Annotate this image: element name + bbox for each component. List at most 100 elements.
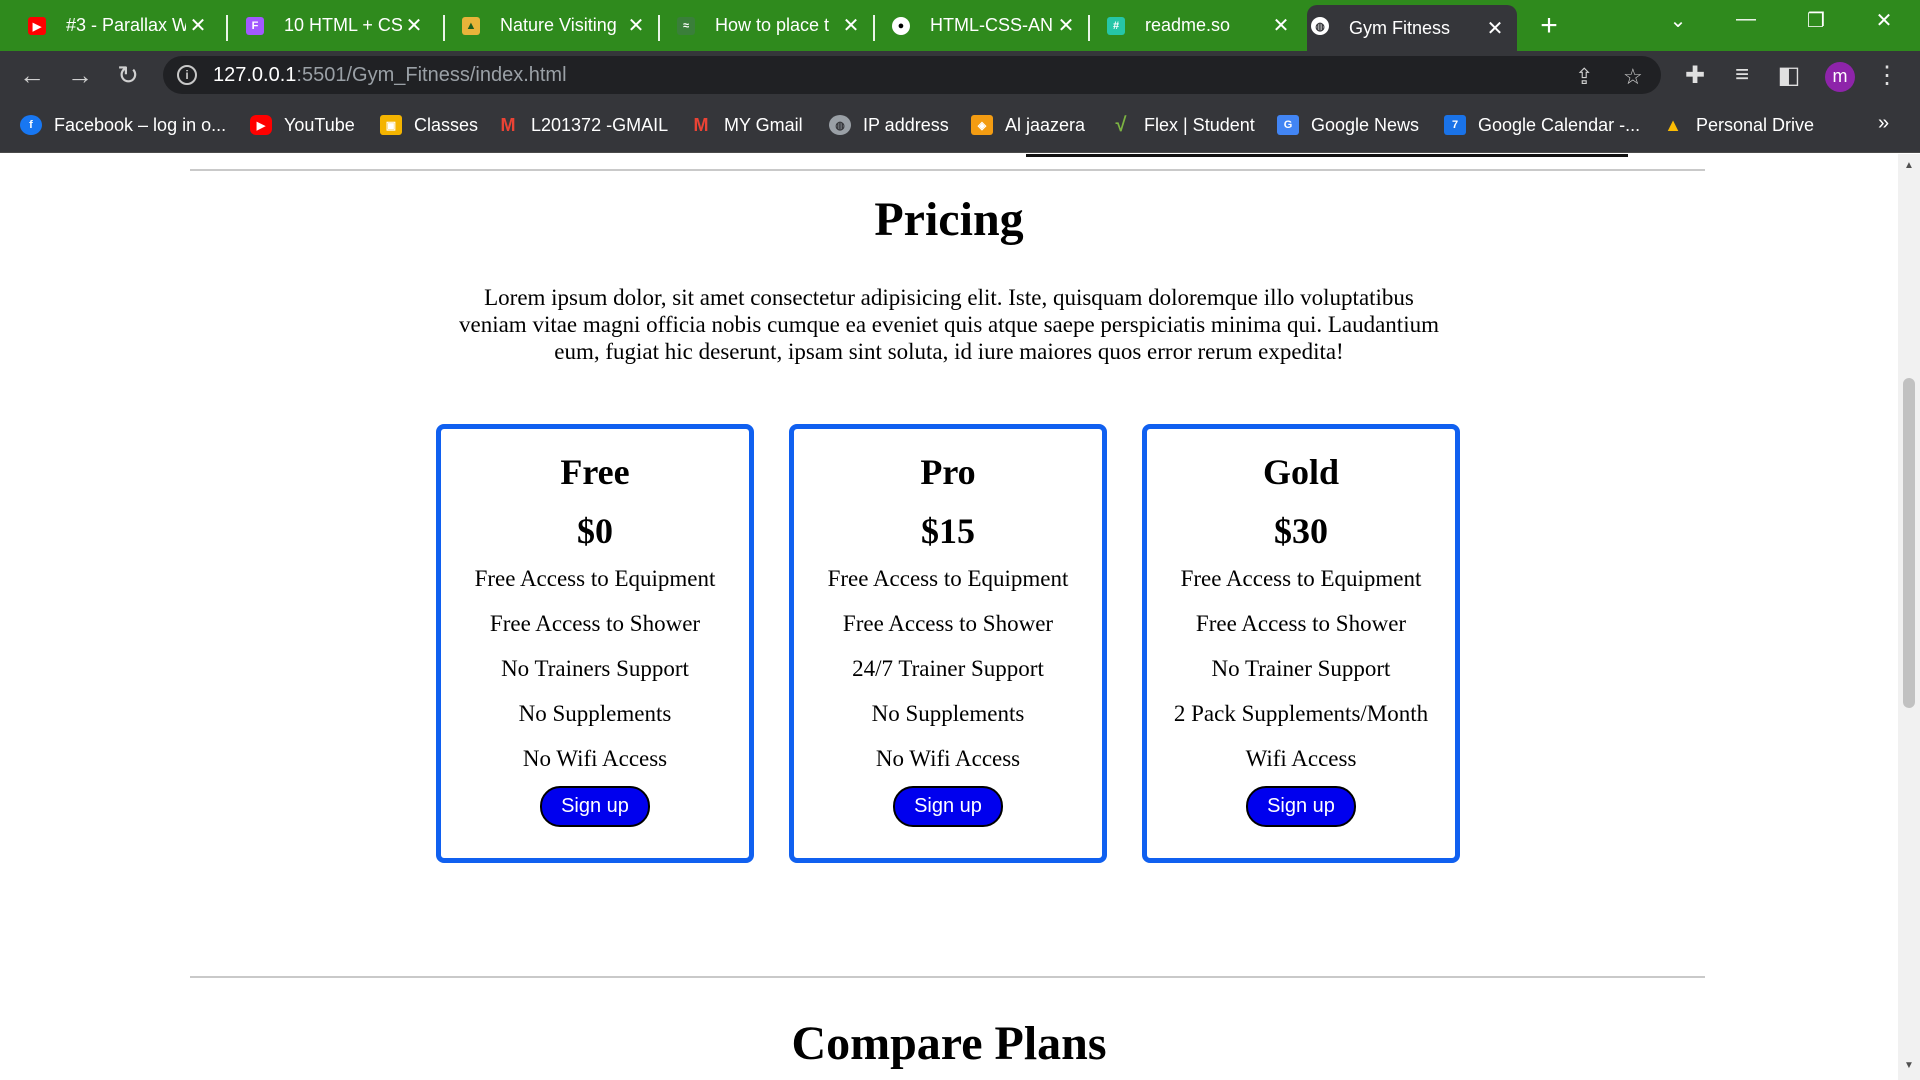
bookmark-label: Al jaazera (1005, 114, 1086, 135)
feature-item: Free Access to Equipment (1180, 566, 1422, 591)
profile-avatar[interactable]: m (1825, 62, 1855, 92)
close-icon[interactable]: ✕ (1483, 16, 1507, 41)
site-info-icon[interactable]: i (177, 65, 197, 85)
feature-item: No Supplements (871, 701, 1025, 726)
globe-icon: ◍ (829, 115, 851, 135)
bookmark-star-icon[interactable]: ☆ (1623, 64, 1643, 90)
section-divider (190, 976, 1705, 978)
feature-item: Free Access to Shower (842, 611, 1054, 636)
compare-plans-title: Compare Plans (791, 1017, 1107, 1070)
restore-icon[interactable]: ❐ (1796, 8, 1836, 33)
signup-button-gold[interactable]: Sign up (1246, 786, 1356, 827)
more-bookmarks-button[interactable]: » (1878, 112, 1889, 135)
plan-card-pro: Pro $15 Free Access to Equipment Free Ac… (789, 424, 1107, 863)
new-tab-button[interactable]: + (1532, 10, 1566, 44)
bookmark-label: IP address (863, 114, 949, 135)
feature-item: No Wifi Access (522, 746, 668, 771)
bookmark-google-calendar[interactable]: 7 Google Calendar -... (1444, 112, 1640, 138)
close-icon[interactable]: ✕ (402, 13, 426, 38)
tab-parallax[interactable]: ▶ #3 - Parallax W ✕ (24, 5, 220, 46)
bookmark-label: MY Gmail (724, 114, 803, 135)
scrollbar-thumb[interactable] (1903, 378, 1915, 708)
tab-separator (226, 15, 228, 41)
share-icon[interactable]: ⇪ (1575, 64, 1593, 90)
section-divider (190, 169, 1705, 171)
address-bar[interactable]: i 127.0.0.1:5501/Gym_Fitness/index.html … (163, 56, 1661, 94)
bookmark-ip-address[interactable]: ◍ IP address (829, 112, 949, 138)
close-icon[interactable]: ✕ (839, 13, 863, 38)
bookmark-my-gmail[interactable]: M MY Gmail (690, 112, 803, 138)
bookmark-youtube[interactable]: ▶ YouTube (250, 112, 355, 138)
feature-item: No Trainer Support (1211, 656, 1391, 681)
feature-item: Free Access to Equipment (827, 566, 1069, 591)
signup-button-pro[interactable]: Sign up (893, 786, 1003, 827)
plan-price: $0 (577, 511, 613, 551)
youtube-icon: ▶ (250, 115, 272, 135)
classroom-icon: ▣ (380, 115, 402, 135)
close-window-icon[interactable]: ✕ (1864, 8, 1904, 33)
bookmark-label: Classes (414, 114, 479, 135)
feature-item: No Trainers Support (501, 656, 689, 681)
back-arrow-icon[interactable]: ← (17, 61, 47, 91)
bookmark-google-news[interactable]: G Google News (1277, 112, 1419, 138)
tab-readme[interactable]: # readme.so ✕ (1103, 5, 1303, 46)
page-scrollbar[interactable]: ▲ ▼ (1898, 154, 1920, 1080)
bookmark-al-jaazera[interactable]: ◈ Al jaazera (971, 112, 1085, 138)
gmail-icon: M (500, 114, 516, 135)
feature-item: Wifi Access (1245, 746, 1357, 771)
aljazeera-icon: ◈ (971, 115, 993, 135)
tab-title: Nature Visiting (500, 15, 617, 35)
scroll-down-arrow-icon[interactable]: ▼ (1904, 1060, 1914, 1071)
plan-name: Free (560, 452, 630, 492)
tab-title: #3 - Parallax W (66, 15, 186, 35)
tab-github[interactable]: ● HTML-CSS-AN ✕ (888, 5, 1088, 46)
url-host: 127.0.0.1 (213, 64, 297, 86)
media-control-icon[interactable]: ≡ (1727, 61, 1757, 89)
tab-separator (1088, 15, 1090, 41)
close-icon[interactable]: ✕ (186, 13, 210, 38)
bookmark-classes[interactable]: ▣ Classes (380, 112, 478, 138)
feature-item: No Supplements (518, 701, 672, 726)
bookmark-facebook[interactable]: f Facebook – log in o... (20, 112, 226, 138)
extensions-icon[interactable]: ✚ (1680, 61, 1710, 90)
plan-card-gold: Gold $30 Free Access to Equipment Free A… (1142, 424, 1460, 863)
minimize-icon[interactable]: — (1726, 8, 1766, 31)
url-text[interactable]: 127.0.0.1:5501/Gym_Fitness/index.html (213, 64, 567, 87)
scroll-up-arrow-icon[interactable]: ▲ (1904, 160, 1914, 171)
page-viewport: Pricing Lorem ipsum dolor, sit amet cons… (0, 154, 1898, 1080)
feature-item: 2 Pack Supplements/Month (1173, 701, 1429, 726)
url-path: :5501/Gym_Fitness/index.html (296, 64, 567, 86)
feature-item: Free Access to Shower (489, 611, 701, 636)
google-news-icon: G (1277, 115, 1299, 135)
tab-gym-fitness[interactable]: ◍ Gym Fitness ✕ (1307, 5, 1517, 51)
tab-search-icon[interactable]: ⌄ (1658, 8, 1698, 33)
bookmark-label: Google News (1311, 114, 1420, 135)
bookmark-label: Google Calendar -... (1478, 114, 1641, 135)
reload-icon[interactable]: ↻ (113, 61, 143, 91)
readme-icon: # (1107, 17, 1125, 35)
signup-button-free[interactable]: Sign up (540, 786, 650, 827)
bookmark-personal-drive[interactable]: ▲ Personal Drive (1662, 112, 1814, 138)
forward-arrow-icon[interactable]: → (65, 61, 95, 91)
bookmark-label: YouTube (284, 114, 355, 135)
close-icon[interactable]: ✕ (624, 13, 648, 38)
tab-title: Gym Fitness (1349, 17, 1451, 38)
feature-item: Free Access to Shower (1195, 611, 1407, 636)
tab-how-to-place[interactable]: ≈ How to place t ✕ (673, 5, 873, 46)
tab-nature-visiting[interactable]: ▲ Nature Visiting ✕ (458, 5, 658, 46)
menu-icon[interactable]: ⋮ (1872, 61, 1902, 90)
facebook-icon: f (20, 115, 42, 135)
close-icon[interactable]: ✕ (1054, 13, 1078, 38)
drive-icon: ▲ (1664, 114, 1682, 135)
side-panel-icon[interactable]: ◧ (1774, 61, 1804, 90)
feature-list: Free Access to Equipment Free Access to … (794, 565, 1102, 790)
tab-strip: ▶ #3 - Parallax W ✕ F 10 HTML + CSS ✕ ▲ … (0, 0, 1920, 51)
bookmark-l201372-gmail[interactable]: M L201372 -GMAIL (497, 112, 669, 138)
plan-name: Gold (1262, 452, 1340, 492)
section-bottom-edge (1026, 154, 1628, 157)
tab-separator (873, 15, 875, 41)
bookmark-flex-student[interactable]: √ Flex | Student (1110, 112, 1255, 138)
tab-title: How to place t (715, 15, 830, 35)
close-icon[interactable]: ✕ (1269, 13, 1293, 38)
tab-html-css[interactable]: F 10 HTML + CSS ✕ (242, 5, 436, 46)
